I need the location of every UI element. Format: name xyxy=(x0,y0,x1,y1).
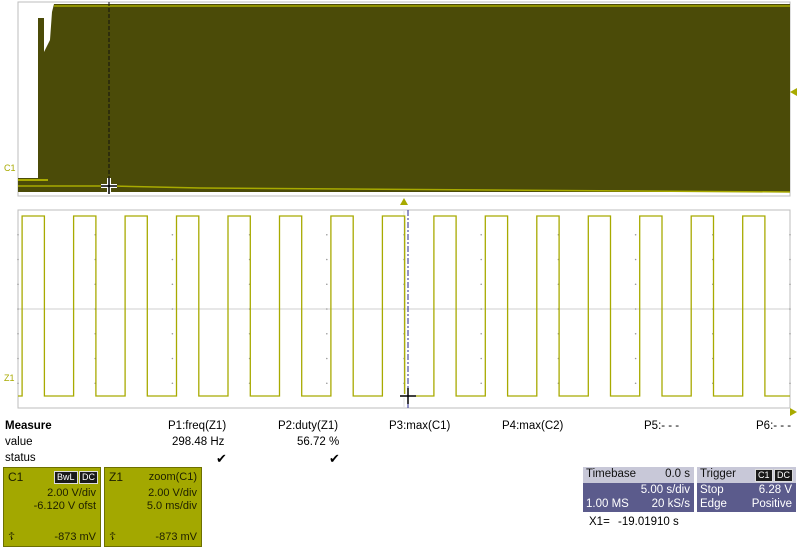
grid-dot xyxy=(326,357,328,360)
trigger-box[interactable]: Trigger C1 DC Stop 6.28 V Edge Positive xyxy=(697,467,796,512)
cursor-x1-label: X1= xyxy=(589,516,610,528)
grid-dot xyxy=(326,258,328,261)
trigger-level: 6.28 V xyxy=(758,484,792,496)
trigger-header: Trigger C1 DC xyxy=(697,467,796,483)
grid-dot xyxy=(17,332,19,335)
grid-dot xyxy=(480,332,483,335)
measure-value-row-label: value xyxy=(5,436,33,448)
grid-dot xyxy=(17,283,19,286)
trigger-title: Trigger xyxy=(700,468,736,480)
measure-p5-header[interactable]: P5:- - - xyxy=(644,418,679,434)
trigger-source-badge: C1 xyxy=(755,469,773,482)
grid-dot xyxy=(326,382,328,385)
c1-descriptor[interactable]: C1 BwL DC 2.00 V/div -6.120 V ofst ☦ -87… xyxy=(3,467,101,547)
grid-dot xyxy=(634,308,637,310)
timebase-samples: 1.00 MS xyxy=(586,498,629,510)
z1-level: -873 mV xyxy=(155,531,197,543)
z1-tdiv: 5.0 ms/div xyxy=(146,500,197,512)
timebase-delay: 0.0 s xyxy=(665,468,690,480)
c1-offset: -6.120 V ofst xyxy=(33,500,96,512)
grid-dot xyxy=(634,382,637,385)
c1-level-marker xyxy=(790,88,797,96)
z1-source: zoom(C1) xyxy=(148,471,197,483)
grid-dot xyxy=(634,332,637,335)
z1-vdiv: 2.00 V/div xyxy=(148,487,197,499)
timebase-tdiv: 5.00 s/div xyxy=(640,484,690,496)
grid-dot xyxy=(171,382,174,385)
grid-dot xyxy=(17,357,19,360)
p2-checkmark-icon: ✔ xyxy=(329,451,340,466)
c1-envelope xyxy=(18,4,790,192)
grid-dot xyxy=(480,258,483,261)
measure-p2-header[interactable]: P2:duty(Z1) xyxy=(278,418,338,434)
trigger-position-marker xyxy=(400,198,408,205)
grid-dot xyxy=(17,382,19,385)
grid-dot xyxy=(326,283,328,286)
grid-dot xyxy=(171,357,174,360)
trigger-type: Edge xyxy=(700,498,727,510)
c1-level: -873 mV xyxy=(54,531,96,543)
grid-dot xyxy=(480,382,483,385)
grid-dot xyxy=(326,233,328,236)
measure-p3-header[interactable]: P3:max(C1) xyxy=(389,418,450,434)
grid-dot xyxy=(789,357,791,360)
c1-descriptor-title: C1 xyxy=(8,470,24,484)
grid-dot xyxy=(17,308,19,310)
measure-p2-value: 56.72 % xyxy=(297,436,340,448)
z1-descriptor-title: Z1 xyxy=(109,470,124,484)
c1-vdiv: 2.00 V/div xyxy=(47,487,96,499)
trigger-coupling-badge: DC xyxy=(774,469,793,482)
grid-dot xyxy=(634,258,637,261)
grid-dot xyxy=(480,308,483,310)
grid-dot xyxy=(171,308,174,310)
grid-dot xyxy=(634,283,637,286)
grid-dot xyxy=(171,283,174,286)
bandwidth-limit-badge: BwL xyxy=(54,471,78,484)
z1-end-arrow xyxy=(790,408,797,416)
grid-dot xyxy=(326,308,328,310)
timebase-header: Timebase 0.0 s xyxy=(583,467,694,483)
grid-dot xyxy=(326,332,328,335)
c1-level-icon: ☦ xyxy=(8,531,16,543)
grid-dot xyxy=(634,233,637,236)
grid-dot xyxy=(17,258,19,261)
timebase-box[interactable]: Timebase 0.0 s 5.00 s/div 1.00 MS 20 kS/… xyxy=(583,467,694,512)
grid-dot xyxy=(171,258,174,261)
z1-descriptor[interactable]: Z1 zoom(C1) 2.00 V/div 5.0 ms/div ☦ -873… xyxy=(104,467,202,547)
coupling-badge: DC xyxy=(79,471,98,484)
grid-dot xyxy=(789,332,791,335)
c1-trace-label: C1 xyxy=(4,163,16,173)
cursor-x1-value: -19.01910 s xyxy=(618,516,679,528)
p1-checkmark-icon: ✔ xyxy=(216,451,227,466)
grid-dot xyxy=(789,233,791,236)
grid-dot xyxy=(17,233,19,236)
measure-p6-header[interactable]: P6:- - - xyxy=(756,418,791,434)
grid-dot xyxy=(480,283,483,286)
trigger-mode: Stop xyxy=(700,484,724,496)
grid-dot xyxy=(171,233,174,236)
grid-dot xyxy=(789,382,791,385)
z1-level-icon: ☦ xyxy=(109,531,117,543)
measure-status-row-label: status xyxy=(5,452,36,464)
grid-dot xyxy=(171,332,174,335)
measure-p4-header[interactable]: P4:max(C2) xyxy=(502,418,563,434)
z1-trace-label: Z1 xyxy=(4,373,15,383)
timebase-title: Timebase xyxy=(586,468,637,480)
grid-dot xyxy=(789,258,791,261)
timebase-rate: 20 kS/s xyxy=(651,498,690,510)
trigger-slope: Positive xyxy=(751,498,792,510)
measure-header: Measure xyxy=(5,420,52,432)
measure-p1-value: 298.48 Hz xyxy=(172,436,225,448)
grid-dot xyxy=(789,308,791,310)
measure-p1-header[interactable]: P1:freq(Z1) xyxy=(168,418,226,434)
grid-dot xyxy=(480,357,483,360)
grid-dot xyxy=(789,283,791,286)
grid-dot xyxy=(634,357,637,360)
grid-dot xyxy=(480,233,483,236)
